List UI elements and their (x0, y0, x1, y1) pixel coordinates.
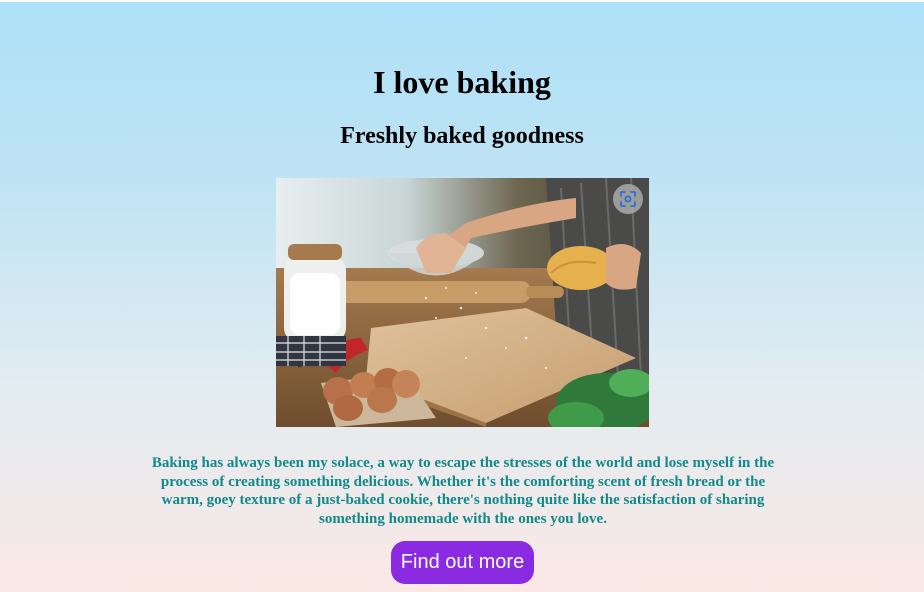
intro-paragraph: Baking has always been my solace, a way … (151, 455, 775, 527)
page-subtitle: Freshly baked goodness (340, 123, 584, 149)
page-title: I love baking (373, 64, 551, 100)
baking-photo (276, 178, 649, 427)
find-out-more-button[interactable]: Find out more (391, 541, 534, 584)
page-background: I love baking Freshly baked goodness Bak… (0, 2, 924, 592)
visual-search-icon (620, 191, 636, 207)
visual-search-button[interactable] (613, 184, 643, 214)
baking-photo-illustration (276, 178, 649, 427)
